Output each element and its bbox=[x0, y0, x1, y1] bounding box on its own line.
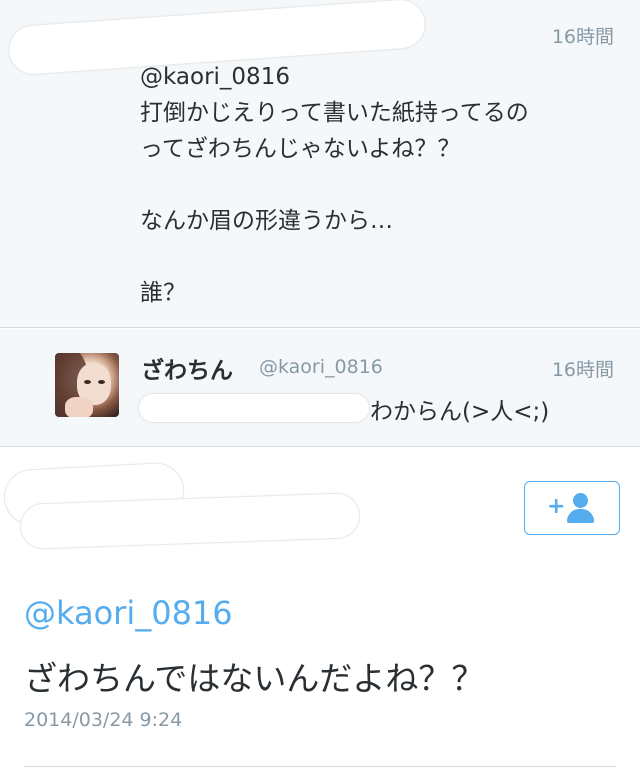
reply-tweet-2[interactable]: ざわちん @kaori_0816 16時間 わからん(>人<;) bbox=[0, 329, 640, 447]
avatar[interactable] bbox=[55, 353, 119, 417]
tweet-timestamp: 2014/03/24 9:24 bbox=[24, 709, 183, 731]
follow-button[interactable]: + bbox=[524, 481, 620, 535]
reply-tweet-1[interactable]: 16時間 @kaori_0816 打倒かじえりって書いた紙持ってるの ってざわち… bbox=[0, 0, 640, 328]
tweet-text: ざわちんではないんだよね？？ bbox=[24, 659, 485, 698]
tweet-time: 16時間 bbox=[551, 26, 614, 48]
redacted-mention bbox=[138, 393, 370, 423]
user-handle[interactable]: @kaori_0816 bbox=[259, 356, 383, 378]
divider bbox=[24, 766, 616, 767]
tweet-body: @kaori_0816 打倒かじえりって書いた紙持ってるの ってざわちんじゃない… bbox=[140, 64, 529, 306]
tweet-detail: + @kaori_0816 ざわちんではないんだよね？？ 2014/03/24 … bbox=[0, 448, 640, 771]
display-name[interactable]: ざわちん bbox=[141, 351, 233, 385]
plus-icon: + bbox=[547, 494, 566, 519]
tweet-body: わからん(>人<;) bbox=[370, 399, 550, 425]
tweet-time: 16時間 bbox=[551, 359, 614, 381]
reply-mention[interactable]: @kaori_0816 bbox=[24, 594, 233, 632]
